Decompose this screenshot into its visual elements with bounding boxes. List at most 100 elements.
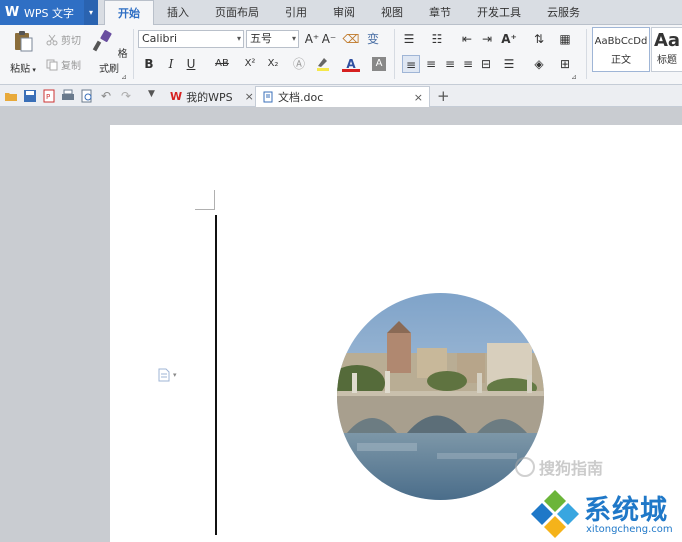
site-watermark: 系统城 xitongcheng.com [528, 486, 682, 542]
distributed-button[interactable]: ⊟ [477, 55, 495, 73]
ribbon-home: 粘贴 ▾ 剪切 复制 格式刷 ⊿ Calibri ▾ 五号 ▾ A⁺ A⁻ ⌫ … [0, 25, 682, 85]
tab-insert[interactable]: 插入 [154, 0, 202, 25]
doctab-document[interactable]: 文档.doc × [255, 86, 430, 107]
strikethrough-button[interactable]: AB [210, 55, 234, 73]
tab-sections[interactable]: 章节 [416, 0, 464, 25]
redo-icon[interactable]: ↷ [121, 89, 135, 103]
site-watermark-url: xitongcheng.com [586, 524, 673, 535]
close-icon[interactable]: × [245, 90, 254, 103]
grow-font-button[interactable]: A⁺ [303, 30, 321, 48]
clipboard-launcher-icon[interactable]: ⊿ [121, 73, 127, 81]
undo-icon[interactable]: ↶ [101, 89, 115, 103]
tab-page-layout[interactable]: 页面布局 [202, 0, 272, 25]
style-heading[interactable]: Aa 标题 [651, 27, 682, 72]
subscript-button[interactable]: X₂ [263, 55, 283, 73]
document-icon [263, 91, 273, 103]
border-icon[interactable]: ⊞ [556, 55, 574, 73]
bullets-icon[interactable]: ☰ [400, 30, 418, 48]
ribbon-separator [394, 29, 395, 79]
table-grid-icon[interactable]: ▦ [556, 30, 574, 48]
wps-logo-icon: W [170, 90, 183, 103]
ribbon-separator [133, 29, 134, 79]
align-right-button[interactable]: ≡ [441, 55, 459, 73]
clear-format-icon[interactable]: ⌫ [342, 30, 360, 48]
bold-button[interactable]: B [140, 55, 158, 73]
decrease-indent-icon[interactable]: ⇤ [458, 30, 476, 48]
sogou-watermark: 搜狗指南 [515, 455, 603, 479]
style-heading-sample: Aa [653, 30, 681, 51]
margin-corner-mark [195, 190, 215, 210]
site-watermark-title: 系统城 [584, 495, 668, 526]
copy-icon [46, 59, 58, 70]
doctab-label: 我的WPS [186, 90, 233, 104]
phonetic-guide-icon[interactable]: 变 [364, 30, 382, 48]
tab-references[interactable]: 引用 [272, 0, 320, 25]
line-spacing-icon[interactable]: ☰ [500, 55, 518, 73]
shrink-font-button[interactable]: A⁻ [320, 30, 338, 48]
char-shading-icon[interactable]: A [372, 57, 386, 71]
svg-text:P: P [46, 93, 50, 101]
doctab-my-wps[interactable]: W 我的WPS × [164, 86, 260, 107]
chevron-down-icon[interactable]: ▼ [148, 89, 162, 103]
numbering-icon[interactable]: ☷ [428, 30, 446, 48]
align-left-button[interactable]: ≡ [402, 55, 420, 73]
font-color-button[interactable]: A [342, 55, 360, 72]
style-normal-sample: AaBbCcDd [594, 36, 648, 47]
chevron-down-icon: ▾ [291, 34, 296, 43]
text-effect-icon[interactable]: Ⓐ [290, 55, 308, 73]
font-name-select[interactable]: Calibri ▾ [138, 30, 244, 48]
chevron-down-icon[interactable]: ▾ [30, 66, 36, 74]
paragraph-menu-handle[interactable]: ▾ [158, 368, 177, 382]
sogou-logo-icon [515, 457, 535, 477]
paint-bucket-icon[interactable]: ◈ [530, 55, 548, 73]
print-preview-icon[interactable] [80, 89, 94, 103]
font-size-value: 五号 [250, 32, 272, 45]
copy-button[interactable]: 复制 [46, 57, 81, 72]
clipboard-icon [15, 31, 33, 52]
paragraph-launcher-icon[interactable]: ⊿ [571, 73, 577, 81]
style-heading-label: 标题 [657, 55, 677, 66]
site-diamond-logo-icon [531, 490, 579, 538]
paste-button[interactable]: 粘贴 ▾ [6, 29, 40, 75]
format-painter-button[interactable]: 格式刷 [90, 29, 128, 75]
new-tab-button[interactable]: + [437, 87, 450, 105]
highlight-icon[interactable] [314, 55, 332, 73]
app-menu-button[interactable]: W WPS 文字 ▾ [0, 0, 98, 25]
tab-review[interactable]: 审阅 [320, 0, 368, 25]
open-folder-icon[interactable] [4, 89, 18, 103]
tab-home[interactable]: 开始 [104, 0, 154, 26]
scissors-icon [46, 34, 58, 45]
style-normal[interactable]: AaBbCcDd 正文 [592, 27, 650, 72]
cut-button[interactable]: 剪切 [46, 32, 81, 47]
superscript-button[interactable]: X² [240, 55, 260, 73]
underline-button[interactable]: U [182, 55, 200, 73]
title-tab-bar: W WPS 文字 ▾ 开始 插入 页面布局 引用 审阅 视图 章节 开发工具 云… [0, 0, 682, 26]
font-size-select[interactable]: 五号 ▾ [246, 30, 299, 48]
sogou-watermark-text: 搜狗指南 [539, 459, 604, 478]
font-name-value: Calibri [142, 32, 178, 45]
paste-label: 粘贴 [10, 64, 31, 75]
close-icon[interactable]: × [414, 91, 423, 104]
chevron-down-icon[interactable]: ▾ [84, 0, 98, 25]
tab-developer[interactable]: 开发工具 [464, 0, 534, 25]
document-workspace[interactable]: ▾ 搜狗指南 系统城 xitongcheng.com [0, 108, 682, 542]
app-name: WPS 文字 [24, 6, 74, 20]
sort-icon[interactable]: ⇅ [530, 30, 548, 48]
align-center-button[interactable]: ≡ [422, 55, 440, 73]
tab-view[interactable]: 视图 [368, 0, 416, 25]
increase-indent-icon[interactable]: ⇥ [478, 30, 496, 48]
text-direction-icon[interactable]: A⁺ [500, 30, 518, 48]
italic-button[interactable]: I [162, 55, 180, 73]
save-icon[interactable] [23, 89, 37, 103]
ribbon-tabs: 开始 插入 页面布局 引用 审阅 视图 章节 开发工具 云服务 [104, 0, 593, 26]
tab-cloud[interactable]: 云服务 [534, 0, 593, 25]
circular-bridge-photo[interactable] [337, 293, 544, 500]
chevron-down-icon: ▾ [173, 371, 177, 379]
selected-vertical-line[interactable] [215, 215, 217, 535]
document-page[interactable]: ▾ [110, 125, 682, 542]
document-icon [158, 368, 170, 382]
pdf-export-icon[interactable]: P [42, 89, 56, 103]
justify-button[interactable]: ≡ [459, 55, 477, 73]
print-icon[interactable] [61, 89, 75, 103]
paintbrush-icon [93, 30, 113, 52]
